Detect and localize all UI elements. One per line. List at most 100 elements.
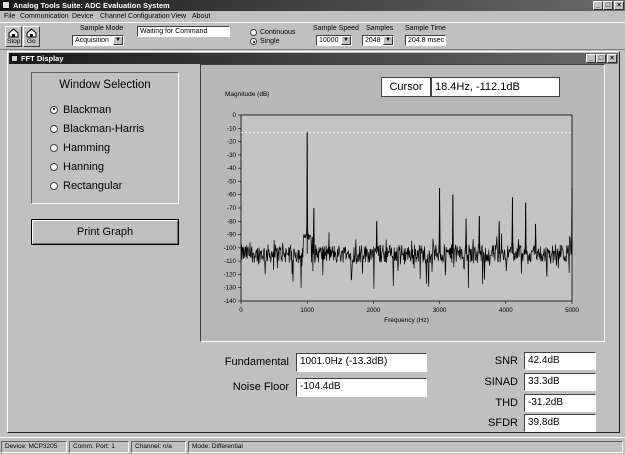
status-mode: Mode: Differential	[188, 441, 623, 453]
radio-continuous-indicator[interactable]	[250, 29, 257, 36]
home-icon	[8, 28, 19, 38]
maximize-button[interactable]: □	[603, 1, 613, 10]
window-option-label: Blackman	[63, 103, 112, 116]
y-tick-label: -40	[227, 165, 237, 172]
print-graph-button[interactable]: Print Graph	[31, 219, 179, 245]
window-option-hanning[interactable]: Hanning	[50, 157, 144, 176]
menu-view[interactable]: View	[171, 11, 186, 22]
noise-floor-value-text: -104.4dB	[300, 381, 341, 392]
x-tick-label: 1000	[300, 307, 314, 314]
window-option-label: Hanning	[63, 160, 104, 173]
menu-about[interactable]: About	[192, 11, 210, 22]
samples-select[interactable]: 2048 ▼	[362, 35, 394, 46]
y-tick-label: -10	[227, 125, 237, 132]
status-device: Device: MCP3205	[1, 441, 67, 453]
y-tick-label: -120	[224, 271, 237, 278]
x-tick-label: 3000	[433, 307, 447, 314]
fft-chart[interactable]: Magnitude (dB) 0 -10 -20 -30 -40 -50 -60 -70 -80 -…	[201, 65, 604, 341]
y-tick-label: -70	[227, 205, 237, 212]
graph-panel: Cursor 18.4Hz, -112.1dB Magnitude (dB) 0-…	[200, 64, 605, 342]
status-bar: Device: MCP3205 Comm. Port: 1 Channel: n…	[0, 437, 625, 454]
minimize-button[interactable]: _	[593, 1, 603, 10]
go-button[interactable]: Go	[23, 26, 40, 47]
window-icon	[11, 55, 18, 62]
window-option-rectangular[interactable]: Rectangular	[50, 176, 144, 195]
fft-close-button[interactable]: ×	[607, 54, 617, 63]
home-icon	[26, 28, 37, 38]
fft-minimize-button[interactable]: _	[586, 54, 596, 63]
x-tick-label: 5000	[565, 307, 579, 314]
fft-maximize-button[interactable]: □	[596, 54, 606, 63]
samples-label: Samples	[366, 25, 394, 32]
sample-speed-value: 10000	[319, 37, 339, 44]
sample-mode-select[interactable]: Acquisition ▼	[72, 35, 124, 46]
menu-channel-configuration[interactable]: Channel Configuration	[100, 11, 170, 22]
menu-file[interactable]: File	[4, 11, 15, 22]
window-selection-title: Window Selection	[59, 79, 151, 91]
chevron-down-icon[interactable]: ▼	[383, 36, 393, 45]
fft-title-bar: FFT Display _ □ ×	[9, 53, 618, 64]
app-title-bar: Analog Tools Suite: ADC Evaluation Syste…	[0, 0, 625, 11]
window-option-blackman[interactable]: Blackman	[50, 100, 144, 119]
chevron-down-icon[interactable]: ▼	[341, 36, 351, 45]
close-button[interactable]: ×	[614, 1, 624, 10]
y-tick-label: 0	[233, 112, 237, 119]
fundamental-label: Fundamental	[224, 356, 289, 368]
window-radio-list: Blackman Blackman-Harris Hamming Hanning…	[50, 100, 144, 195]
chevron-down-icon[interactable]: ▼	[113, 36, 123, 45]
sinad-label: SINAD	[484, 376, 518, 388]
thd-value: -31.2dB	[524, 394, 596, 412]
samples-value: 2048	[365, 37, 381, 44]
window-option-hamming[interactable]: Hamming	[50, 138, 144, 157]
status-channel: Channel: n/a	[131, 441, 186, 453]
thd-label: THD	[495, 397, 518, 409]
fundamental-value: 1001.0Hz (-13.3dB)	[296, 353, 427, 372]
sample-time-value: 204.8 msec	[408, 37, 445, 44]
radio-indicator[interactable]	[50, 162, 58, 171]
radio-indicator[interactable]	[50, 181, 58, 190]
stop-button[interactable]: Stop	[5, 26, 22, 47]
y-tick-label: -90	[227, 232, 237, 239]
window-option-label: Rectangular	[63, 179, 123, 192]
x-axis-label: Frequency (Hz)	[384, 317, 429, 324]
fft-title: FFT Display	[21, 54, 64, 63]
radio-single-indicator[interactable]	[250, 38, 257, 45]
y-tick-label: -130	[224, 285, 237, 292]
x-tick-label: 0	[239, 307, 243, 314]
sample-time-label: Sample Time	[405, 25, 446, 32]
radio-indicator[interactable]	[50, 143, 58, 152]
print-graph-label: Print Graph	[76, 226, 134, 238]
y-tick-label: -100	[224, 245, 237, 252]
status-comm-port: Comm. Port: 1	[69, 441, 129, 453]
app-icon	[2, 1, 10, 9]
window-option-blackman-harris[interactable]: Blackman-Harris	[50, 119, 144, 138]
command-status-text: Waiting for Command	[140, 28, 208, 35]
y-tick-label: -140	[224, 298, 237, 305]
stop-label: Stop	[7, 38, 21, 45]
y-tick-label: -20	[227, 139, 237, 146]
snr-value-text: 42.4dB	[528, 355, 560, 366]
snr-label: SNR	[494, 355, 518, 367]
window-option-label: Blackman-Harris	[63, 122, 145, 135]
sample-mode-value: Acquisition	[75, 37, 109, 44]
window-option-label: Hamming	[63, 141, 111, 154]
menu-communication[interactable]: Communication	[20, 11, 69, 22]
y-tick-label: -60	[227, 192, 237, 199]
menu-device[interactable]: Device	[72, 11, 93, 22]
sample-speed-select[interactable]: 10000 ▼	[316, 35, 352, 46]
radio-single-label: Single	[260, 38, 280, 45]
snr-value: 42.4dB	[524, 352, 596, 370]
thd-value-text: -31.2dB	[528, 397, 564, 408]
radio-continuous-label: Continuous	[260, 29, 296, 36]
fundamental-value-text: 1001.0Hz (-13.3dB)	[300, 356, 388, 367]
app-title: Analog Tools Suite: ADC Evaluation Syste…	[13, 1, 170, 10]
plot-area	[240, 114, 573, 302]
radio-single[interactable]: Single	[250, 38, 279, 45]
radio-indicator[interactable]	[50, 105, 58, 114]
noise-floor-value: -104.4dB	[296, 378, 427, 397]
radio-continuous[interactable]: Continuous	[250, 29, 295, 36]
sample-mode-label: Sample Mode	[80, 25, 124, 32]
y-axis-label: Magnitude (dB)	[225, 91, 269, 98]
radio-indicator[interactable]	[50, 124, 58, 133]
sinad-value: 33.3dB	[524, 373, 596, 391]
